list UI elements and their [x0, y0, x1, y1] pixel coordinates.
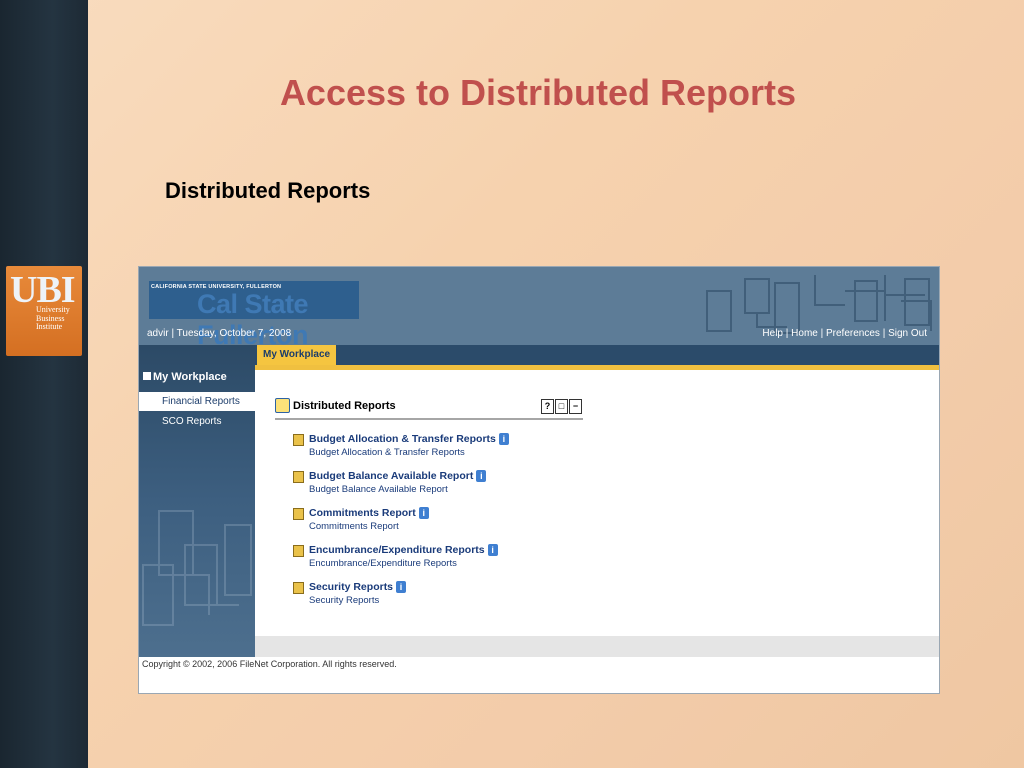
help-button[interactable]: ?	[541, 399, 554, 414]
main-content: Distributed Reports ? □ − Budget Allocat…	[255, 370, 939, 636]
left-nav: My Workplace Financial Reports SCO Repor…	[139, 345, 255, 657]
report-link[interactable]: Security Reports i	[309, 581, 407, 593]
info-icon[interactable]: i	[476, 470, 487, 482]
report-description: Budget Allocation & Transfer Reports	[309, 447, 465, 458]
sign-out-link[interactable]: Sign Out	[888, 328, 927, 339]
report-description: Budget Balance Available Report	[309, 484, 448, 495]
tab-my-workplace[interactable]: My Workplace	[257, 345, 337, 365]
top-links: Help | Home | Preferences | Sign Out	[762, 328, 927, 339]
copyright-text: Copyright © 2002, 2006 FileNet Corporati…	[142, 659, 397, 669]
user-date-line: advir | Tuesday, October 7, 2008	[147, 328, 292, 339]
report-icon	[293, 545, 304, 557]
search-reports-icon	[275, 398, 290, 413]
collapse-icon[interactable]	[143, 372, 151, 381]
report-description: Commitments Report	[309, 521, 399, 532]
portal-footer: Copyright © 2002, 2006 FileNet Corporati…	[139, 657, 939, 693]
link-separator: |	[817, 328, 826, 339]
report-icon	[293, 582, 304, 594]
report-icon	[293, 508, 304, 520]
report-link[interactable]: Encumbrance/Expenditure Reports i	[309, 544, 498, 556]
report-link-label[interactable]: Security Reports	[309, 581, 393, 593]
banner-title: Cal State Fullerton	[197, 289, 309, 350]
link-separator: |	[783, 328, 792, 339]
preferences-link[interactable]: Preferences	[826, 328, 880, 339]
report-link-label[interactable]: Commitments Report	[309, 507, 416, 519]
report-link-label[interactable]: Encumbrance/Expenditure Reports	[309, 544, 485, 556]
report-link-label[interactable]: Budget Allocation & Transfer Reports	[309, 433, 496, 445]
slide-sidebar-strip	[0, 0, 88, 768]
report-icon	[293, 434, 304, 446]
report-link[interactable]: Budget Allocation & Transfer Reports i	[309, 433, 509, 445]
report-description: Security Reports	[309, 595, 380, 606]
info-icon[interactable]: i	[498, 433, 509, 445]
slide-title: Access to Distributed Reports	[279, 72, 797, 113]
minimize-button[interactable]: −	[569, 399, 582, 414]
info-icon[interactable]: i	[418, 507, 429, 519]
report-link[interactable]: Budget Balance Available Report i	[309, 470, 487, 482]
nav-decoration-icon	[142, 510, 252, 626]
home-link[interactable]: Home	[791, 328, 818, 339]
help-link[interactable]: Help	[762, 328, 783, 339]
portal-screenshot: CALIFORNIA STATE UNIVERSITY, FULLERTON C…	[138, 266, 940, 694]
content-bottom-band	[255, 636, 939, 657]
ubi-logo-subtext: University Business Institute	[36, 305, 70, 332]
maximize-button[interactable]: □	[555, 399, 568, 414]
ubi-logo: UBI University Business Institute	[6, 266, 82, 356]
nav-item-financial-reports[interactable]: Financial Reports	[139, 392, 255, 411]
header-decoration-icon	[706, 275, 932, 334]
nav-title-label: My Workplace	[153, 371, 227, 383]
tab-bar: My Workplace	[255, 345, 939, 370]
portlet-title: Distributed Reports	[293, 400, 396, 412]
report-link[interactable]: Commitments Report i	[309, 507, 429, 519]
ubi-logo-line: Institute	[36, 322, 63, 331]
portlet-header: Distributed Reports ? □ −	[275, 396, 583, 420]
info-icon[interactable]: i	[487, 544, 498, 556]
slide-subtitle: Distributed Reports	[165, 178, 371, 203]
nav-title[interactable]: My Workplace	[143, 371, 227, 383]
report-icon	[293, 471, 304, 483]
nav-item-sco-reports[interactable]: SCO Reports	[139, 412, 255, 431]
report-link-label[interactable]: Budget Balance Available Report	[309, 470, 473, 482]
link-separator: |	[879, 328, 889, 339]
portal-header: CALIFORNIA STATE UNIVERSITY, FULLERTON C…	[139, 267, 939, 350]
university-banner: CALIFORNIA STATE UNIVERSITY, FULLERTON C…	[149, 281, 359, 350]
report-description: Encumbrance/Expenditure Reports	[309, 558, 457, 569]
info-icon[interactable]: i	[396, 581, 407, 593]
